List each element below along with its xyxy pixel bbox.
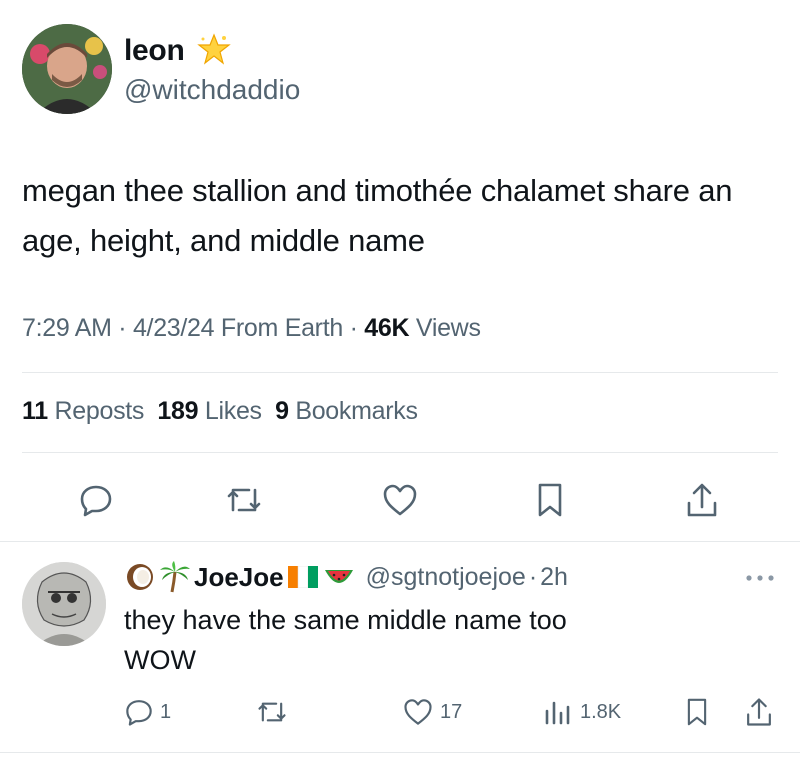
bookmarks-label: Bookmarks	[295, 397, 418, 425]
reply-author-avatar[interactable]	[22, 562, 106, 646]
tweet-meta: 7:29 AM · 4/23/24 From Earth · 46K Views	[22, 314, 481, 342]
separator-dot: ·	[528, 562, 538, 591]
reply-views-button[interactable]: 1.8K	[542, 694, 621, 730]
likes-stat[interactable]: 189 Likes	[157, 397, 262, 425]
repost-icon	[227, 488, 261, 512]
reply-icon	[126, 700, 152, 726]
tweet-date[interactable]: 4/23/24	[133, 314, 215, 342]
ivory-coast-flag-icon	[287, 565, 318, 589]
watermelon-icon	[322, 562, 356, 592]
reply-author-name[interactable]: JoeJoe	[194, 562, 284, 593]
reposts-count: 11	[22, 397, 48, 425]
analytics-icon	[545, 701, 570, 725]
reply-views-count: 1.8K	[580, 700, 622, 723]
likes-label: Likes	[204, 397, 262, 425]
bookmark-icon	[687, 698, 707, 726]
reply-age[interactable]: 2h	[540, 563, 568, 592]
tweet-location: From Earth	[220, 314, 343, 342]
reply-repost-button[interactable]	[256, 694, 288, 730]
divider	[0, 541, 800, 542]
author-handle[interactable]: @witchdaddio	[124, 74, 300, 106]
reply-author-handle[interactable]: @sgtnotjoejoe	[366, 563, 526, 592]
tweet-text: megan thee stallion and timothée chalame…	[22, 173, 733, 258]
coconut-icon	[122, 561, 158, 593]
share-icon	[747, 698, 771, 726]
reposts-stat[interactable]: 11 Reposts	[22, 397, 144, 425]
reply-replies-count: 1	[160, 700, 172, 723]
author-name[interactable]: leon	[124, 34, 185, 68]
bookmark-button[interactable]	[528, 478, 572, 522]
reply-button[interactable]	[74, 478, 118, 522]
heart-icon	[404, 699, 432, 725]
reposts-label: Reposts	[54, 397, 145, 425]
tweet-time[interactable]: 7:29 AM	[22, 314, 112, 342]
reply-text-line-1: they have the same middle name too	[124, 605, 567, 635]
share-button[interactable]	[680, 478, 724, 522]
more-options-button[interactable]	[740, 566, 780, 590]
divider	[22, 452, 778, 453]
heart-icon	[383, 484, 417, 516]
reply-reply-button[interactable]: 1	[124, 694, 171, 730]
views-label: Views	[415, 314, 481, 342]
divider	[0, 752, 800, 753]
like-button[interactable]	[378, 478, 422, 522]
reply-icon	[80, 485, 112, 517]
reply-bookmark-button[interactable]	[684, 694, 710, 730]
reply-text-line-2: WOW	[124, 645, 196, 675]
reply-text: they have the same middle name too WOW	[124, 600, 567, 680]
share-icon	[687, 483, 717, 517]
bookmarks-stat[interactable]: 9 Bookmarks	[275, 397, 418, 425]
reply-likes-count: 17	[440, 700, 463, 723]
repost-icon	[258, 702, 286, 722]
reply-header: JoeJoe @sgtnotjoejoe · 2h	[122, 558, 568, 596]
repost-button[interactable]	[222, 478, 266, 522]
views-count: 46K	[364, 314, 410, 342]
palm-tree-icon	[158, 560, 192, 594]
likes-count: 189	[157, 397, 199, 425]
more-icon	[746, 575, 774, 581]
author-avatar[interactable]	[22, 24, 112, 114]
bookmarks-count: 9	[275, 397, 289, 425]
divider	[22, 372, 778, 373]
verified-star-icon	[196, 32, 232, 68]
reply-like-button[interactable]: 17	[402, 694, 462, 730]
engagement-stats: 11 Reposts 189 Likes 9 Bookmarks	[22, 397, 418, 426]
reply-share-button[interactable]	[744, 694, 774, 730]
bookmark-icon	[538, 483, 562, 517]
